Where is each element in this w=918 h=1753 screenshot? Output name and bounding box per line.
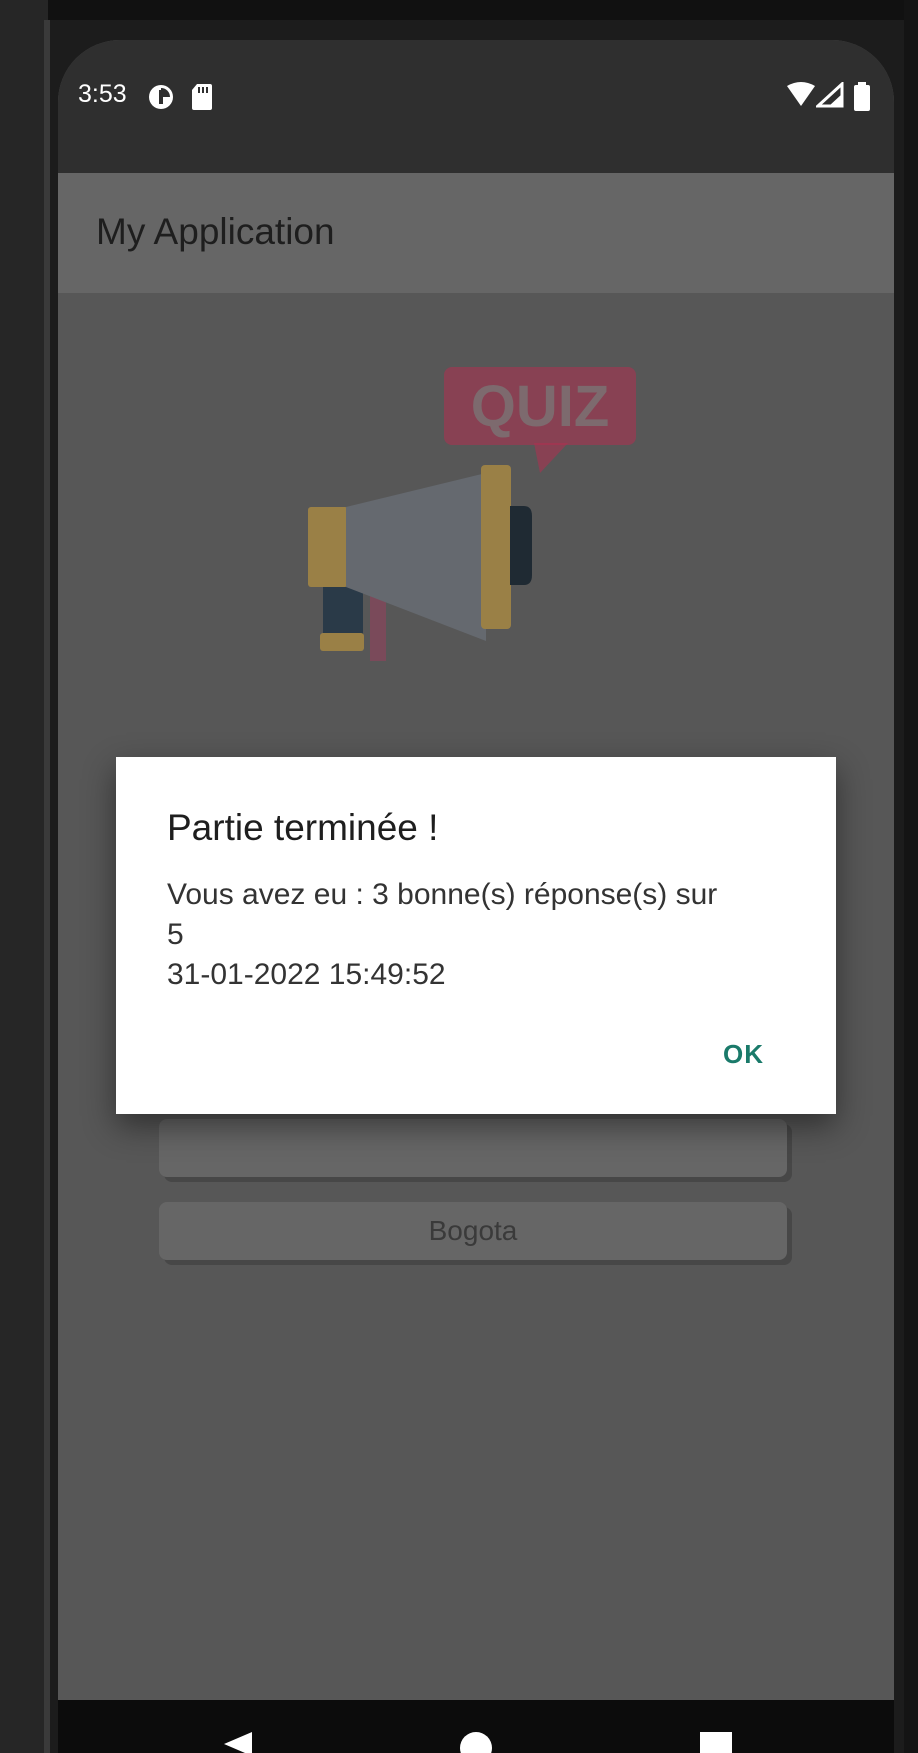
back-icon[interactable] [218,1728,258,1753]
game-over-dialog: Partie terminée ! Vous avez eu : 3 bonne… [116,757,836,1114]
status-time: 3:53 [78,80,127,108]
device-frame-left [0,0,50,1753]
home-icon[interactable] [456,1728,496,1753]
app-title: My Application [96,211,335,252]
wifi-icon [787,82,815,106]
sync-icon [149,85,173,109]
screen-top-edge [0,0,918,20]
answer-button-2[interactable]: Bogota [159,1202,787,1260]
device-frame-right [904,0,918,1753]
app-bar: My Application [58,173,894,293]
dialog-title: Partie terminée ! [167,807,439,848]
ok-button[interactable]: OK [723,1039,764,1070]
quiz-badge-text: QUIZ [471,374,610,439]
navigation-bar [58,1700,894,1753]
recents-icon[interactable] [696,1728,736,1753]
status-bar: 3:53 [58,40,894,173]
megaphone-icon [308,465,532,661]
answer-button-1[interactable] [159,1119,787,1177]
battery-icon [854,82,870,111]
quiz-illustration: QUIZ [308,367,636,661]
quiz-speech-bubble: QUIZ [444,367,636,473]
answer-label-2: Bogota [428,1215,518,1246]
signal-icon [816,82,844,108]
sd-card-icon [192,84,212,110]
dialog-message: Vous avez eu : 3 bonne(s) réponse(s) sur… [167,878,718,991]
